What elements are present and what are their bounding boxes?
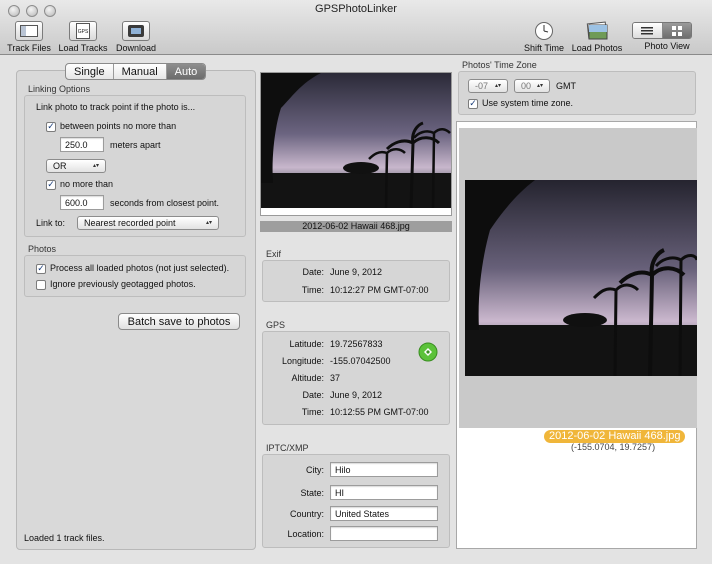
shift-time-button[interactable]: Shift Time bbox=[521, 21, 567, 53]
track-files-button[interactable]: Track Files bbox=[6, 21, 52, 53]
gps-satellite-badge-icon[interactable] bbox=[418, 342, 438, 364]
timezone-minutes-value: 00 bbox=[521, 80, 532, 91]
logic-value: OR bbox=[53, 160, 67, 171]
linking-intro: Link photo to track point if the photo i… bbox=[36, 102, 196, 112]
mode-selector[interactable]: Single Manual Auto bbox=[65, 63, 207, 80]
load-tracks-label: Load Tracks bbox=[58, 43, 108, 53]
timezone-hours-value: -07 bbox=[475, 80, 489, 91]
sunset-photo-thumbnail bbox=[261, 73, 451, 209]
sunset-photo-preview bbox=[465, 180, 699, 377]
gps-title: GPS bbox=[266, 320, 286, 330]
download-button[interactable]: Download bbox=[114, 21, 158, 53]
preview-coordinates: (-155.0704, 19.7257) bbox=[571, 442, 656, 452]
seconds-field[interactable]: 600.0 bbox=[60, 195, 104, 210]
clock-icon bbox=[530, 21, 558, 41]
gps-time-value: 10:12:55 PM GMT-07:00 bbox=[330, 407, 429, 417]
exif-time-label: Time: bbox=[301, 285, 324, 295]
city-field[interactable]: Hilo bbox=[330, 462, 438, 477]
mode-auto[interactable]: Auto bbox=[166, 64, 206, 79]
exif-time-value: 10:12:27 PM GMT-07:00 bbox=[330, 285, 429, 295]
country-label: Country: bbox=[289, 509, 324, 519]
location-label: Location: bbox=[287, 529, 324, 539]
track-files-label: Track Files bbox=[7, 43, 51, 53]
popup-arrows-icon: ▴▾ bbox=[536, 82, 543, 89]
gps-date-label: Date: bbox=[302, 390, 324, 400]
mode-single[interactable]: Single bbox=[66, 64, 114, 79]
download-device-icon bbox=[122, 21, 150, 41]
popup-arrows-icon: ▴▾ bbox=[92, 162, 99, 169]
longitude-value: -155.07042500 bbox=[330, 356, 391, 366]
altitude-value: 37 bbox=[330, 373, 341, 383]
timezone-hours-popup[interactable]: -07 ▴▾ bbox=[468, 79, 508, 93]
seconds-label: seconds from closest point. bbox=[110, 198, 220, 208]
svg-text:GPS: GPS bbox=[78, 29, 89, 35]
city-label: City: bbox=[306, 465, 324, 475]
between-points-label: between points no more than bbox=[60, 121, 177, 131]
exif-date-value: June 9, 2012 bbox=[330, 267, 383, 277]
process-all-label: Process all loaded photos (not just sele… bbox=[50, 263, 230, 273]
timezone-minutes-popup[interactable]: 00 ▴▾ bbox=[514, 79, 550, 93]
no-more-than-label: no more than bbox=[60, 179, 114, 189]
link-to-label: Link to: bbox=[36, 218, 66, 228]
altitude-label: Altitude: bbox=[291, 373, 324, 383]
photos-options-box bbox=[24, 255, 246, 297]
gps-time-label: Time: bbox=[301, 407, 324, 417]
use-system-timezone-checkbox[interactable]: ✓ bbox=[468, 98, 478, 109]
between-points-checkbox[interactable]: ✓ bbox=[46, 121, 56, 132]
timezone-title: Photos' Time Zone bbox=[462, 60, 537, 70]
state-label: State: bbox=[300, 488, 324, 498]
list-view-icon[interactable] bbox=[633, 23, 663, 38]
ignore-geotagged-label: Ignore previously geotagged photos. bbox=[50, 279, 196, 289]
photo-preview[interactable] bbox=[465, 180, 699, 377]
sidebar-window-icon bbox=[15, 21, 43, 41]
load-photos-label: Load Photos bbox=[571, 43, 623, 53]
state-field[interactable]: HI bbox=[330, 485, 438, 500]
window-title: GPSPhotoLinker bbox=[315, 3, 397, 15]
country-field[interactable]: United States bbox=[330, 506, 438, 521]
batch-save-button[interactable]: Batch save to photos bbox=[118, 313, 240, 330]
link-to-popup[interactable]: Nearest recorded point ▴▾ bbox=[77, 216, 219, 230]
linking-options-title: Linking Options bbox=[28, 84, 91, 94]
ignore-geotagged-checkbox[interactable] bbox=[36, 279, 46, 290]
photo-view-label: Photo View bbox=[644, 41, 690, 51]
download-label: Download bbox=[115, 43, 157, 53]
popup-arrows-icon: ▴▾ bbox=[494, 82, 501, 89]
latitude-label: Latitude: bbox=[289, 339, 324, 349]
load-photos-button[interactable]: Load Photos bbox=[570, 21, 624, 53]
load-tracks-button[interactable]: GPS Load Tracks bbox=[57, 21, 109, 53]
longitude-label: Longitude: bbox=[281, 356, 324, 366]
meters-field[interactable]: 250.0 bbox=[60, 137, 104, 152]
grid-view-icon[interactable] bbox=[662, 23, 691, 38]
gps-date-value: June 9, 2012 bbox=[330, 390, 383, 400]
timezone-box bbox=[458, 71, 696, 115]
latitude-value: 19.72567833 bbox=[330, 339, 383, 349]
exif-title: Exif bbox=[266, 249, 282, 259]
meters-label: meters apart bbox=[110, 140, 161, 150]
link-to-value: Nearest recorded point bbox=[84, 217, 176, 228]
gmt-label: GMT bbox=[556, 81, 576, 91]
no-more-than-checkbox[interactable]: ✓ bbox=[46, 179, 56, 190]
photo-thumbnail[interactable] bbox=[260, 72, 452, 216]
status-text: Loaded 1 track files. bbox=[24, 533, 105, 543]
shift-time-label: Shift Time bbox=[523, 43, 564, 53]
process-all-checkbox[interactable]: ✓ bbox=[36, 263, 46, 274]
popup-arrows-icon: ▴▾ bbox=[205, 219, 212, 226]
mode-manual[interactable]: Manual bbox=[114, 64, 167, 79]
iptc-title: IPTC/XMP bbox=[266, 443, 309, 453]
exif-date-label: Date: bbox=[302, 267, 324, 277]
use-system-timezone-label: Use system time zone. bbox=[482, 98, 574, 108]
photo-stack-icon bbox=[583, 21, 611, 41]
photo-view-toggle[interactable] bbox=[632, 22, 692, 39]
gps-document-icon: GPS bbox=[69, 21, 97, 41]
photos-section-title: Photos bbox=[28, 244, 57, 254]
thumbnail-caption: 2012-06-02 Hawaii 468.jpg bbox=[260, 221, 452, 232]
logic-popup[interactable]: OR ▴▾ bbox=[46, 159, 106, 173]
location-field[interactable] bbox=[330, 526, 438, 541]
